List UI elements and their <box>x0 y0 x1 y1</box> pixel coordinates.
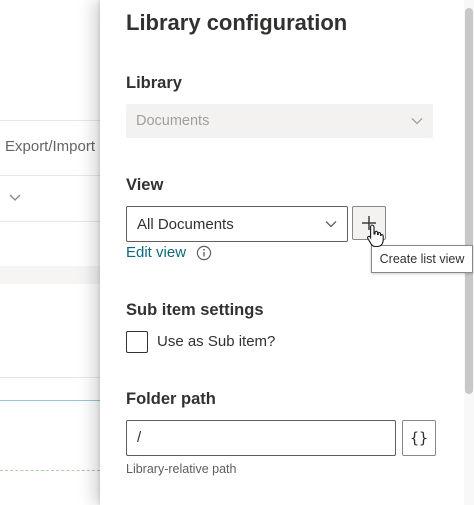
folder-path-helper-text: Library-relative path <box>126 462 237 476</box>
panel-title: Library configuration <box>126 10 348 35</box>
library-dropdown: Documents <box>126 104 433 138</box>
view-label: View <box>126 176 164 194</box>
library-configuration-panel: Library configuration Library Documents … <box>100 0 474 505</box>
info-icon[interactable] <box>196 245 212 261</box>
scrollbar-thumb[interactable] <box>465 8 473 394</box>
sub-item-settings-label: Sub item settings <box>126 301 264 319</box>
create-list-view-tooltip: Create list view <box>371 245 473 273</box>
view-dropdown-value: All Documents <box>137 216 234 233</box>
chevron-down-icon <box>325 221 337 228</box>
view-dropdown[interactable]: All Documents <box>126 206 348 242</box>
folder-path-value: / <box>137 429 142 446</box>
chevron-down-icon <box>411 118 423 125</box>
folder-path-input[interactable]: / <box>126 420 396 456</box>
dynamic-value-button[interactable]: {} <box>402 420 436 456</box>
pointer-cursor-icon <box>367 224 384 248</box>
edit-view-link[interactable]: Edit view <box>126 244 186 261</box>
library-label: Library <box>126 74 182 92</box>
use-as-sub-item-checkbox[interactable] <box>126 331 148 353</box>
use-as-sub-item-label[interactable]: Use as Sub item? <box>157 333 275 350</box>
folder-path-label: Folder path <box>126 390 216 408</box>
library-dropdown-value: Documents <box>136 113 210 129</box>
